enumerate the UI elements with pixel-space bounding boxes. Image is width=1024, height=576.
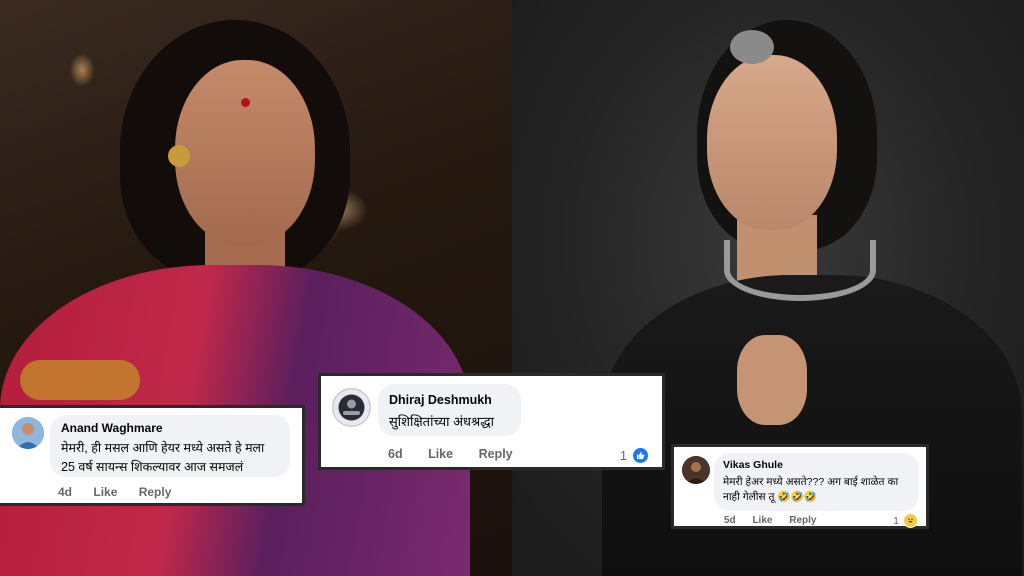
reaction-count: 1 [620,448,627,463]
right-photo-hand [737,335,807,425]
reply-button[interactable]: Reply [789,515,816,526]
thumbs-up-icon [631,446,650,465]
comment-text-line: नाही गेलीस तू 🤣🤣🤣 [723,491,817,503]
comment-bubble: Vikas Ghule मेमरी हेअर मध्ये असते??? अग … [714,453,919,511]
comment-bubble: Dhiraj Deshmukh सुशिक्षितांच्या अंधश्रद्… [378,384,521,436]
reaction-summary[interactable]: 1 [893,513,918,528]
left-photo-saree-border [20,360,140,400]
comment-time[interactable]: 6d [388,447,403,461]
comment-text: सुशिक्षितांच्या अंधश्रद्धा [389,414,495,429]
comment-card-3: Vikas Ghule मेमरी हेअर मध्ये असते??? अग … [671,444,929,529]
user-avatar-icon [682,456,710,484]
like-button[interactable]: Like [428,447,453,461]
left-photo-earring [168,145,190,167]
right-photo-necklace [724,240,876,301]
commenter-name[interactable]: Dhiraj Deshmukh [389,393,510,407]
reaction-summary[interactable]: 1 [620,446,650,465]
user-avatar-icon [333,389,370,426]
avatar[interactable] [682,456,710,484]
right-photo-outfit [602,275,1022,576]
like-button[interactable]: Like [93,485,117,499]
comment-actions: 4d Like Reply [58,485,189,499]
reply-button[interactable]: Reply [479,447,513,461]
right-photo-face [707,55,837,230]
comment-text-line: मेमरी हेअर मध्ये असते??? अग बाई शाळेत का [723,476,899,488]
left-photo-bindi [241,98,250,107]
commenter-name[interactable]: Vikas Ghule [723,459,910,471]
user-avatar-icon [12,417,44,449]
avatar[interactable] [332,388,371,427]
right-photo-head-ornament [730,30,774,64]
comment-card-1: Anand Waghmare मेमरी, ही मसल आणि हेयर मध… [0,405,305,506]
comment-actions: 6d Like Reply [388,447,535,461]
like-button[interactable]: Like [752,515,772,526]
reaction-count: 1 [893,514,899,527]
comment-text-line: 25 वर्ष सायन्स शिकल्यावर आज समजलं [61,460,244,474]
comment-actions: 5d Like Reply [724,515,830,526]
comment-card-2: Dhiraj Deshmukh सुशिक्षितांच्या अंधश्रद्… [318,373,665,470]
comment-bubble: Anand Waghmare मेमरी, ही मसल आणि हेयर मध… [50,415,290,477]
reply-button[interactable]: Reply [139,485,172,499]
comment-time[interactable]: 4d [58,485,72,499]
comment-time[interactable]: 5d [724,515,736,526]
left-photo-face [175,60,315,245]
laughing-emoji-icon [903,513,918,528]
comment-text-line: मेमरी, ही मसल आणि हेयर मध्ये असते हे मला [61,441,265,455]
avatar[interactable] [12,417,44,449]
commenter-name[interactable]: Anand Waghmare [61,421,279,435]
